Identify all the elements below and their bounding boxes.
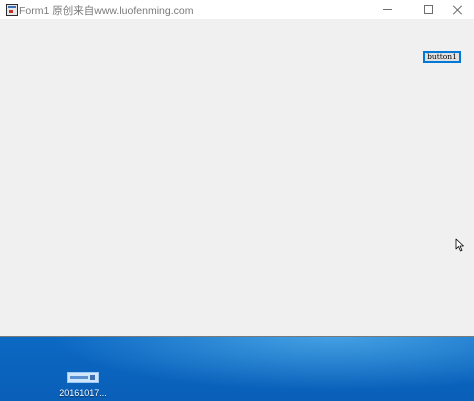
form-window[interactable]: Form1 原创来自www.luofenming.com button1	[0, 0, 474, 336]
button1[interactable]: button1	[423, 51, 461, 63]
form-app-icon[interactable]	[6, 4, 18, 16]
window-title: Form1 原创来自www.luofenming.com	[19, 5, 194, 17]
desktop-file-icon[interactable]: 20161017...	[58, 372, 108, 400]
minimize-icon	[382, 9, 392, 10]
form-client-area: button1	[0, 19, 474, 336]
minimize-button[interactable]	[370, 0, 404, 19]
window-titlebar[interactable]: Form1 原创来自www.luofenming.com	[0, 0, 474, 19]
maximize-button[interactable]	[411, 0, 445, 19]
desktop-icon-label: 20161017...	[59, 388, 107, 398]
mouse-cursor-icon	[455, 238, 464, 252]
close-icon	[453, 5, 463, 15]
image-file-icon	[67, 372, 99, 383]
maximize-icon	[423, 5, 433, 14]
close-button[interactable]	[441, 0, 474, 19]
